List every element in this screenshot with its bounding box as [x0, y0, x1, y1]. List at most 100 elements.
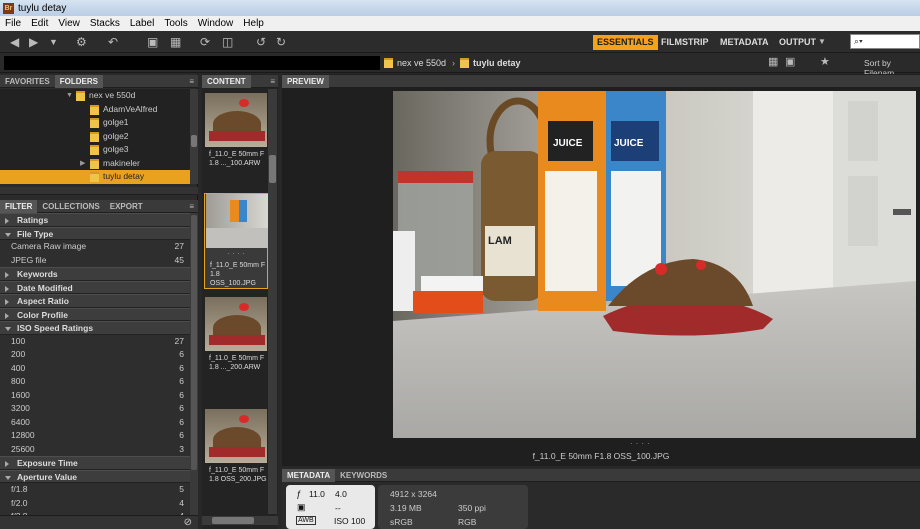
- back-arrow-icon[interactable]: ◀: [10, 35, 19, 49]
- filter-category-header[interactable]: Exposure Time: [0, 456, 190, 470]
- filter-row[interactable]: 100 27: [0, 334, 190, 348]
- content-thumbnail[interactable]: f_11.0_E 50mm F 1.8 ..._200.ARW: [204, 297, 268, 372]
- refine-icon[interactable]: ▦: [170, 35, 181, 49]
- path-field[interactable]: [4, 56, 380, 70]
- thumbnail-image: [206, 194, 268, 248]
- view-options-icon[interactable]: ▣: [785, 55, 795, 69]
- filter-row[interactable]: Camera Raw image 27: [0, 240, 190, 254]
- expand-triangle-icon[interactable]: ▼: [66, 89, 73, 103]
- folder-tree-item[interactable]: golge2: [0, 130, 190, 144]
- menu-file[interactable]: File: [0, 18, 26, 29]
- breadcrumb-item-current[interactable]: tuylu detay: [460, 57, 521, 69]
- filter-category-header[interactable]: ISO Speed Ratings: [0, 321, 190, 335]
- folder-tree-item[interactable]: golge3: [0, 143, 190, 157]
- tab-collections[interactable]: COLLECTIONS: [37, 200, 104, 213]
- folder-label: golge3: [103, 144, 129, 154]
- folder-tree-item[interactable]: golge1: [0, 116, 190, 130]
- filter-row-count: 4: [179, 497, 184, 508]
- menu-tools[interactable]: Tools: [159, 18, 192, 29]
- tab-favorites[interactable]: FAVORITES: [0, 75, 55, 88]
- filter-category-header[interactable]: Keywords: [0, 267, 190, 281]
- rotate-left-icon[interactable]: ↺: [256, 35, 266, 49]
- tab-export[interactable]: EXPORT: [105, 200, 148, 213]
- workspace-more-chevron-down-icon[interactable]: ▼: [818, 35, 826, 49]
- goto-parent-icon[interactable]: ⚙: [76, 35, 87, 49]
- filter-row-count: 27: [174, 241, 184, 251]
- filter-row[interactable]: 400 6: [0, 361, 190, 375]
- content-horizontal-scrollbar[interactable]: [202, 516, 278, 525]
- tab-metadata[interactable]: METADATA: [282, 469, 336, 482]
- filter-row-label: 3200: [11, 403, 30, 413]
- star-filter-icon[interactable]: ★: [820, 55, 830, 69]
- folder-tree-item[interactable]: tuylu detay: [0, 170, 190, 184]
- tab-keywords[interactable]: KEYWORDS: [335, 469, 392, 482]
- tab-filter[interactable]: FILTER: [0, 200, 38, 213]
- filter-row[interactable]: 3200 6: [0, 402, 190, 416]
- filter-category-header[interactable]: Date Modified: [0, 280, 190, 294]
- filter-scrollbar[interactable]: [190, 213, 198, 515]
- filter-category-header[interactable]: Aperture Value: [0, 469, 190, 483]
- workspace-output[interactable]: OUTPUT: [775, 35, 820, 50]
- filter-row-count: 3: [179, 443, 184, 454]
- tab-content[interactable]: CONTENT: [202, 75, 251, 88]
- filter-category-header[interactable]: Aspect Ratio: [0, 294, 190, 308]
- filter-row[interactable]: 200 6: [0, 348, 190, 362]
- filter-row[interactable]: f/2.0 4: [0, 496, 190, 510]
- clear-filter-icon[interactable]: ⊘: [184, 517, 192, 528]
- rotate-right-icon[interactable]: ↻: [276, 35, 286, 49]
- content-thumbnail[interactable]: f_11.0_E 50mm F 1.8 OSS_200.JPG: [204, 409, 268, 484]
- filter-row[interactable]: 12800 6: [0, 429, 190, 443]
- filter-row-count: 27: [174, 335, 184, 346]
- folder-icon: [90, 172, 99, 182]
- filter-row[interactable]: 800 6: [0, 375, 190, 389]
- menu-window[interactable]: Window: [193, 18, 239, 29]
- breadcrumb-item-nex[interactable]: nex ve 550d ›: [384, 57, 455, 69]
- content-scrollbar[interactable]: [268, 89, 277, 514]
- panel-menu-icon[interactable]: ≡: [270, 75, 275, 88]
- tab-preview[interactable]: PREVIEW: [282, 75, 329, 88]
- thumbnail-dots: · · · ·: [227, 249, 245, 258]
- tree-horizontal-scrollbar[interactable]: [0, 187, 198, 195]
- filter-row[interactable]: JPEG file 45: [0, 253, 190, 267]
- content-thumbnail[interactable]: · · · · f_11.0_E 50mm F 1.8 OSS_100.JPG: [204, 193, 268, 289]
- folder-tree-item[interactable]: ▶ makineler: [0, 157, 190, 171]
- view-grid-icon[interactable]: ▦: [768, 55, 778, 69]
- filter-row[interactable]: 6400 6: [0, 415, 190, 429]
- menu-stacks[interactable]: Stacks: [85, 18, 125, 29]
- workspace-filmstrip[interactable]: FILMSTRIP: [657, 35, 713, 50]
- tab-folders[interactable]: FOLDERS: [54, 75, 103, 88]
- folder-tree-item[interactable]: AdamVeAlfred: [0, 103, 190, 117]
- menu-edit[interactable]: Edit: [26, 18, 53, 29]
- filter-row[interactable]: f/1.8 5: [0, 483, 190, 497]
- filter-row[interactable]: 1600 6: [0, 388, 190, 402]
- history-dropdown-icon[interactable]: ▼: [49, 35, 58, 49]
- preview-image[interactable]: LAM JUICE JUICE: [393, 91, 916, 438]
- output-icon[interactable]: ◫: [222, 35, 233, 49]
- camera-data-box: ƒ 11.0 4.0 ▣ -- AWB ISO 100: [286, 485, 375, 529]
- search-input[interactable]: ⌕▾: [850, 34, 920, 49]
- collapse-triangle-icon[interactable]: ▶: [80, 157, 85, 171]
- workspace-essentials[interactable]: ESSENTIALS: [593, 35, 658, 50]
- folder-tree-item[interactable]: ▼ nex ve 550d: [0, 89, 190, 103]
- folder-scrollbar[interactable]: [190, 89, 198, 184]
- filter-category-header[interactable]: Color Profile: [0, 307, 190, 321]
- folder-icon: [384, 58, 393, 68]
- camera-icon[interactable]: ▣: [147, 35, 158, 49]
- content-thumbnail[interactable]: f_11.0_E 50mm F 1.8 ..._100.ARW: [204, 93, 268, 168]
- workspace-metadata[interactable]: METADATA: [716, 35, 773, 50]
- filter-category-header[interactable]: File Type: [0, 226, 190, 240]
- boomerang-icon[interactable]: ↶: [108, 35, 118, 49]
- panel-menu-icon[interactable]: ≡: [189, 75, 194, 88]
- menu-label[interactable]: Label: [125, 18, 159, 29]
- panel-menu-icon[interactable]: ≡: [189, 200, 194, 213]
- preview-caption: f_11.0_E 50mm F1.8 OSS_100.JPG: [532, 451, 670, 461]
- content-panel-tab: CONTENT ≡: [202, 75, 278, 88]
- folder-icon: [90, 158, 99, 169]
- filter-category-header[interactable]: Ratings: [0, 213, 190, 227]
- menu-help[interactable]: Help: [238, 18, 269, 29]
- forward-arrow-icon[interactable]: ▶: [29, 35, 38, 49]
- filter-row[interactable]: 25600 3: [0, 442, 190, 456]
- filter-row-count: 6: [179, 403, 184, 413]
- menu-view[interactable]: View: [53, 18, 85, 29]
- open-camera-raw-icon[interactable]: ⟳: [200, 35, 210, 49]
